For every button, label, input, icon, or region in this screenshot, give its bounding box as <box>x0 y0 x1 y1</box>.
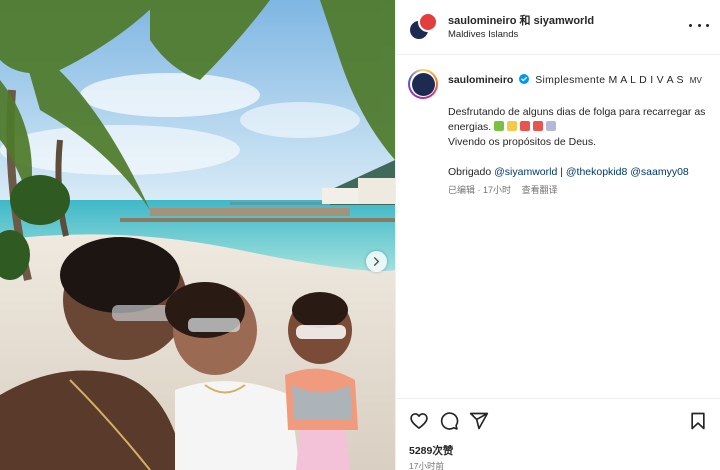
avatar <box>411 72 435 96</box>
more-options-button[interactable] <box>689 18 709 32</box>
post-side-panel: saulomineiro 和 siyamworld Maldives Islan… <box>395 0 720 470</box>
caption-meta: 已编辑 · 17小时 查看翻译 <box>448 185 558 195</box>
emoji-5 <box>546 121 557 131</box>
post-timestamp: 17小时前 <box>409 461 444 470</box>
header-connector: 和 <box>519 15 531 27</box>
caption-username[interactable]: saulomineiro <box>448 74 513 86</box>
heart-icon[interactable] <box>409 411 429 431</box>
caption-separator: | <box>560 166 563 178</box>
header-username-2[interactable]: siyamworld <box>534 15 595 27</box>
caption-line-1: Desfrutando de alguns dias de folga para… <box>448 106 706 133</box>
emoji-3 <box>520 121 531 131</box>
share-icon[interactable] <box>469 411 489 431</box>
caption-emojis <box>494 121 559 133</box>
collab-usernames: saulomineiro 和 siyamworld <box>448 12 594 28</box>
caption-time: 17小时 <box>483 185 512 195</box>
bookmark-icon[interactable] <box>688 411 708 431</box>
see-translation-link[interactable]: 查看翻译 <box>522 185 558 195</box>
caption-thanks-line: Obrigado @siyamworld | @thekopkid8 @saam… <box>448 165 710 180</box>
verified-icon <box>519 74 530 84</box>
emoji-1 <box>494 121 505 131</box>
likes-count[interactable]: 5289次赞 <box>409 443 453 458</box>
caption-title-flag: MV <box>689 76 702 85</box>
header-username-1[interactable]: saulomineiro <box>448 15 516 27</box>
action-bar: 5289次赞 17小时前 <box>396 398 720 470</box>
caption-thanks: Obrigado <box>448 166 492 178</box>
comment-icon[interactable] <box>439 411 459 431</box>
beach-family-photo <box>0 0 395 470</box>
instagram-post: saulomineiro 和 siyamworld Maldives Islan… <box>0 0 720 470</box>
mention-saamyy08[interactable]: @saamyy08 <box>630 166 689 178</box>
emoji-2 <box>507 121 518 131</box>
collab-avatars[interactable] <box>408 12 442 42</box>
avatar-siyamworld[interactable] <box>418 12 438 32</box>
mention-thekopkid8[interactable]: @thekopkid8 <box>566 166 627 178</box>
caption-body: Desfrutando de alguns dias de folga para… <box>448 105 710 180</box>
more-icon <box>689 23 692 27</box>
mention-siyamworld[interactable]: @siyamworld <box>494 166 557 178</box>
caption-line-2: Vivendo os propósitos de Deus. <box>448 136 597 148</box>
edited-label: 已编辑 <box>448 185 476 195</box>
carousel-next-button[interactable] <box>366 251 387 272</box>
caption-section: saulomineiro Simplesmente M A L D I V A … <box>396 55 720 398</box>
chevron-right-icon <box>373 257 380 266</box>
post-header: saulomineiro 和 siyamworld Maldives Islan… <box>396 0 720 55</box>
caption-avatar[interactable] <box>408 69 438 99</box>
emoji-4 <box>533 121 544 131</box>
caption-header: saulomineiro Simplesmente M A L D I V A … <box>448 74 702 86</box>
caption-title: Simplesmente M A L D I V A S <box>535 74 684 86</box>
post-photo[interactable] <box>0 0 395 470</box>
location-link[interactable]: Maldives Islands <box>448 29 518 40</box>
